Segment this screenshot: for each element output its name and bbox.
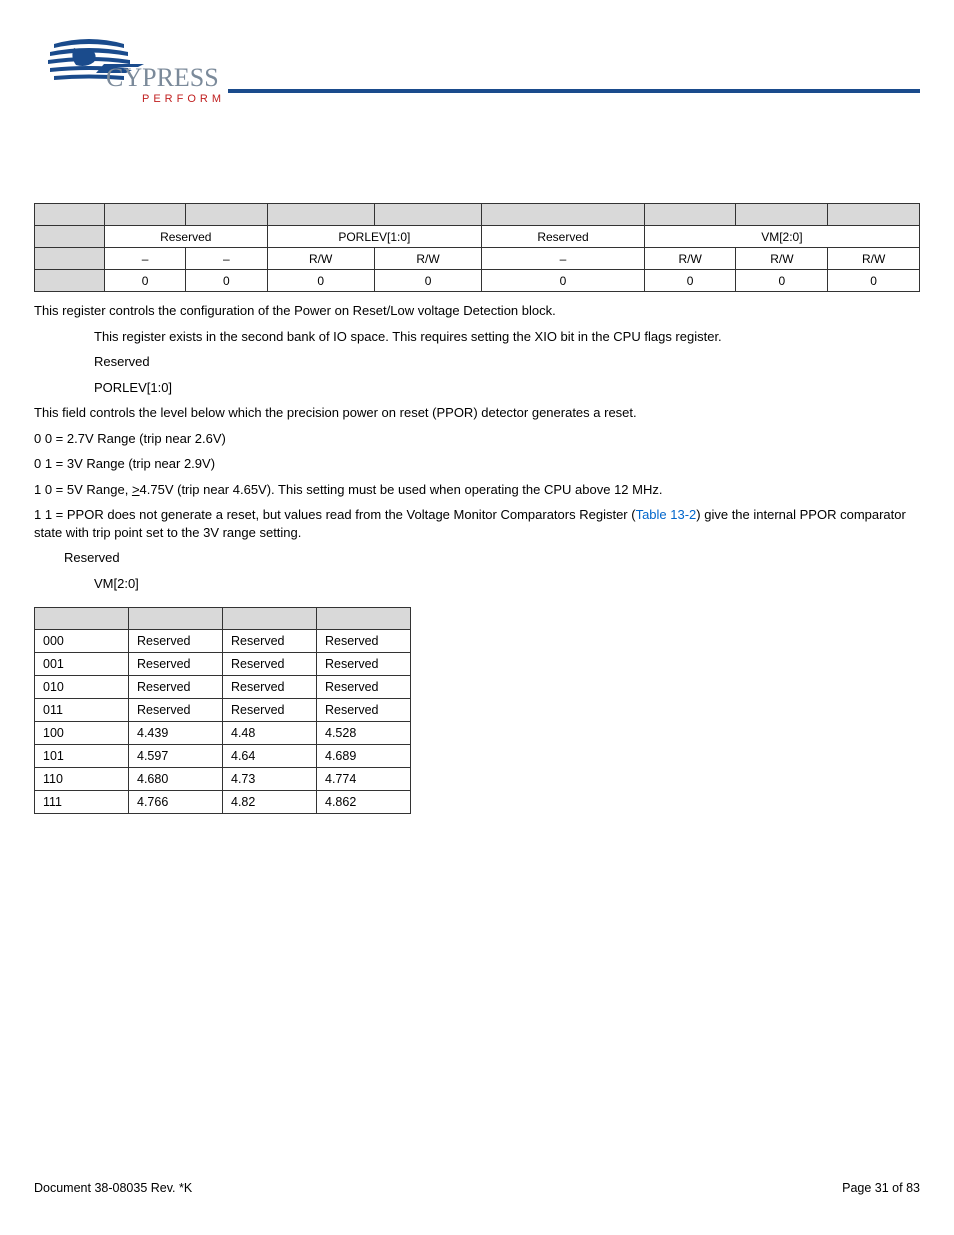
reg-row-reset: 0 0 0 0 0 0 0 0 [35,270,920,292]
vm-row: 1014.5974.644.689 [35,744,411,767]
vm-cell: 4.73 [223,767,317,790]
cypress-logo: CYPRESS PERFORM [34,30,224,113]
bits-20: VM[2:0] [94,575,920,593]
vm-header-row [35,607,411,629]
porlev-10: 1 0 = 5V Range, >4.75V (trip near 4.65V)… [34,481,920,499]
vm-cell: Reserved [317,675,411,698]
desc-paragraph-1: This register controls the configuration… [34,302,920,320]
footer-doc-id: Document 38-08035 Rev. *K [34,1181,192,1195]
vm-row: 001ReservedReservedReserved [35,652,411,675]
vm-row: 011ReservedReservedReserved [35,698,411,721]
vm-cell: Reserved [129,629,223,652]
vm-cell: Reserved [223,698,317,721]
bits-54: PORLEV[1:0] [94,379,920,397]
vm-row: 1104.6804.734.774 [35,767,411,790]
page: CYPRESS PERFORM Reserved PORLEV[1:0] Res… [0,0,954,1235]
vm-cell: 4.48 [223,721,317,744]
reg-row-access: – – R/W R/W – R/W R/W R/W [35,248,920,270]
vm-cell: Reserved [317,629,411,652]
vm-table: 000ReservedReservedReserved001ReservedRe… [34,607,411,814]
vm-cell: 4.680 [129,767,223,790]
page-header: CYPRESS PERFORM [34,30,920,113]
vm-cell: Reserved [129,675,223,698]
vm-row: 1114.7664.824.862 [35,790,411,813]
logo-tagline-text: PERFORM [142,93,224,105]
reg-row-label [35,204,105,226]
header-rule [228,89,920,93]
vm-cell: 001 [35,652,129,675]
vm-cell: Reserved [223,652,317,675]
vm-cell: 100 [35,721,129,744]
vm-cell: Reserved [223,675,317,698]
bits-3: Reserved [64,549,920,567]
vm-row: 010ReservedReservedReserved [35,675,411,698]
bits-76: Reserved [94,353,920,371]
porlev-00: 0 0 = 2.7V Range (trip near 2.6V) [34,430,920,448]
porlev-01: 0 1 = 3V Range (trip near 2.9V) [34,455,920,473]
vm-cell: 4.439 [129,721,223,744]
reg-row-bit [35,204,920,226]
register-table: Reserved PORLEV[1:0] Reserved VM[2:0] – … [34,203,920,292]
page-footer: Document 38-08035 Rev. *K Page 31 of 83 [34,1181,920,1195]
porlev-11: 1 1 = PPOR does not generate a reset, bu… [34,506,920,541]
vm-cell: 011 [35,698,129,721]
vm-cell: 4.774 [317,767,411,790]
vm-row: 000ReservedReservedReserved [35,629,411,652]
vm-cell: 4.597 [129,744,223,767]
vm-cell: Reserved [129,652,223,675]
desc-paragraph-3: This field controls the level below whic… [34,404,920,422]
reg-row-field: Reserved PORLEV[1:0] Reserved VM[2:0] [35,226,920,248]
vm-cell: 4.64 [223,744,317,767]
vm-cell: Reserved [129,698,223,721]
vm-cell: Reserved [317,652,411,675]
vm-cell: 110 [35,767,129,790]
vm-cell: 4.82 [223,790,317,813]
logo-brand-text: CYPRESS [106,63,219,92]
vm-cell: Reserved [223,629,317,652]
vm-cell: 010 [35,675,129,698]
vm-cell: 4.766 [129,790,223,813]
table-13-2-link[interactable]: Table 13-2 [636,507,697,522]
vm-cell: 4.862 [317,790,411,813]
vm-cell: 000 [35,629,129,652]
desc-paragraph-2: This register exists in the second bank … [94,328,920,346]
footer-page-num: Page 31 of 83 [842,1181,920,1195]
vm-cell: Reserved [317,698,411,721]
vm-row: 1004.4394.484.528 [35,721,411,744]
vm-cell: 4.528 [317,721,411,744]
vm-cell: 111 [35,790,129,813]
vm-cell: 4.689 [317,744,411,767]
vm-cell: 101 [35,744,129,767]
